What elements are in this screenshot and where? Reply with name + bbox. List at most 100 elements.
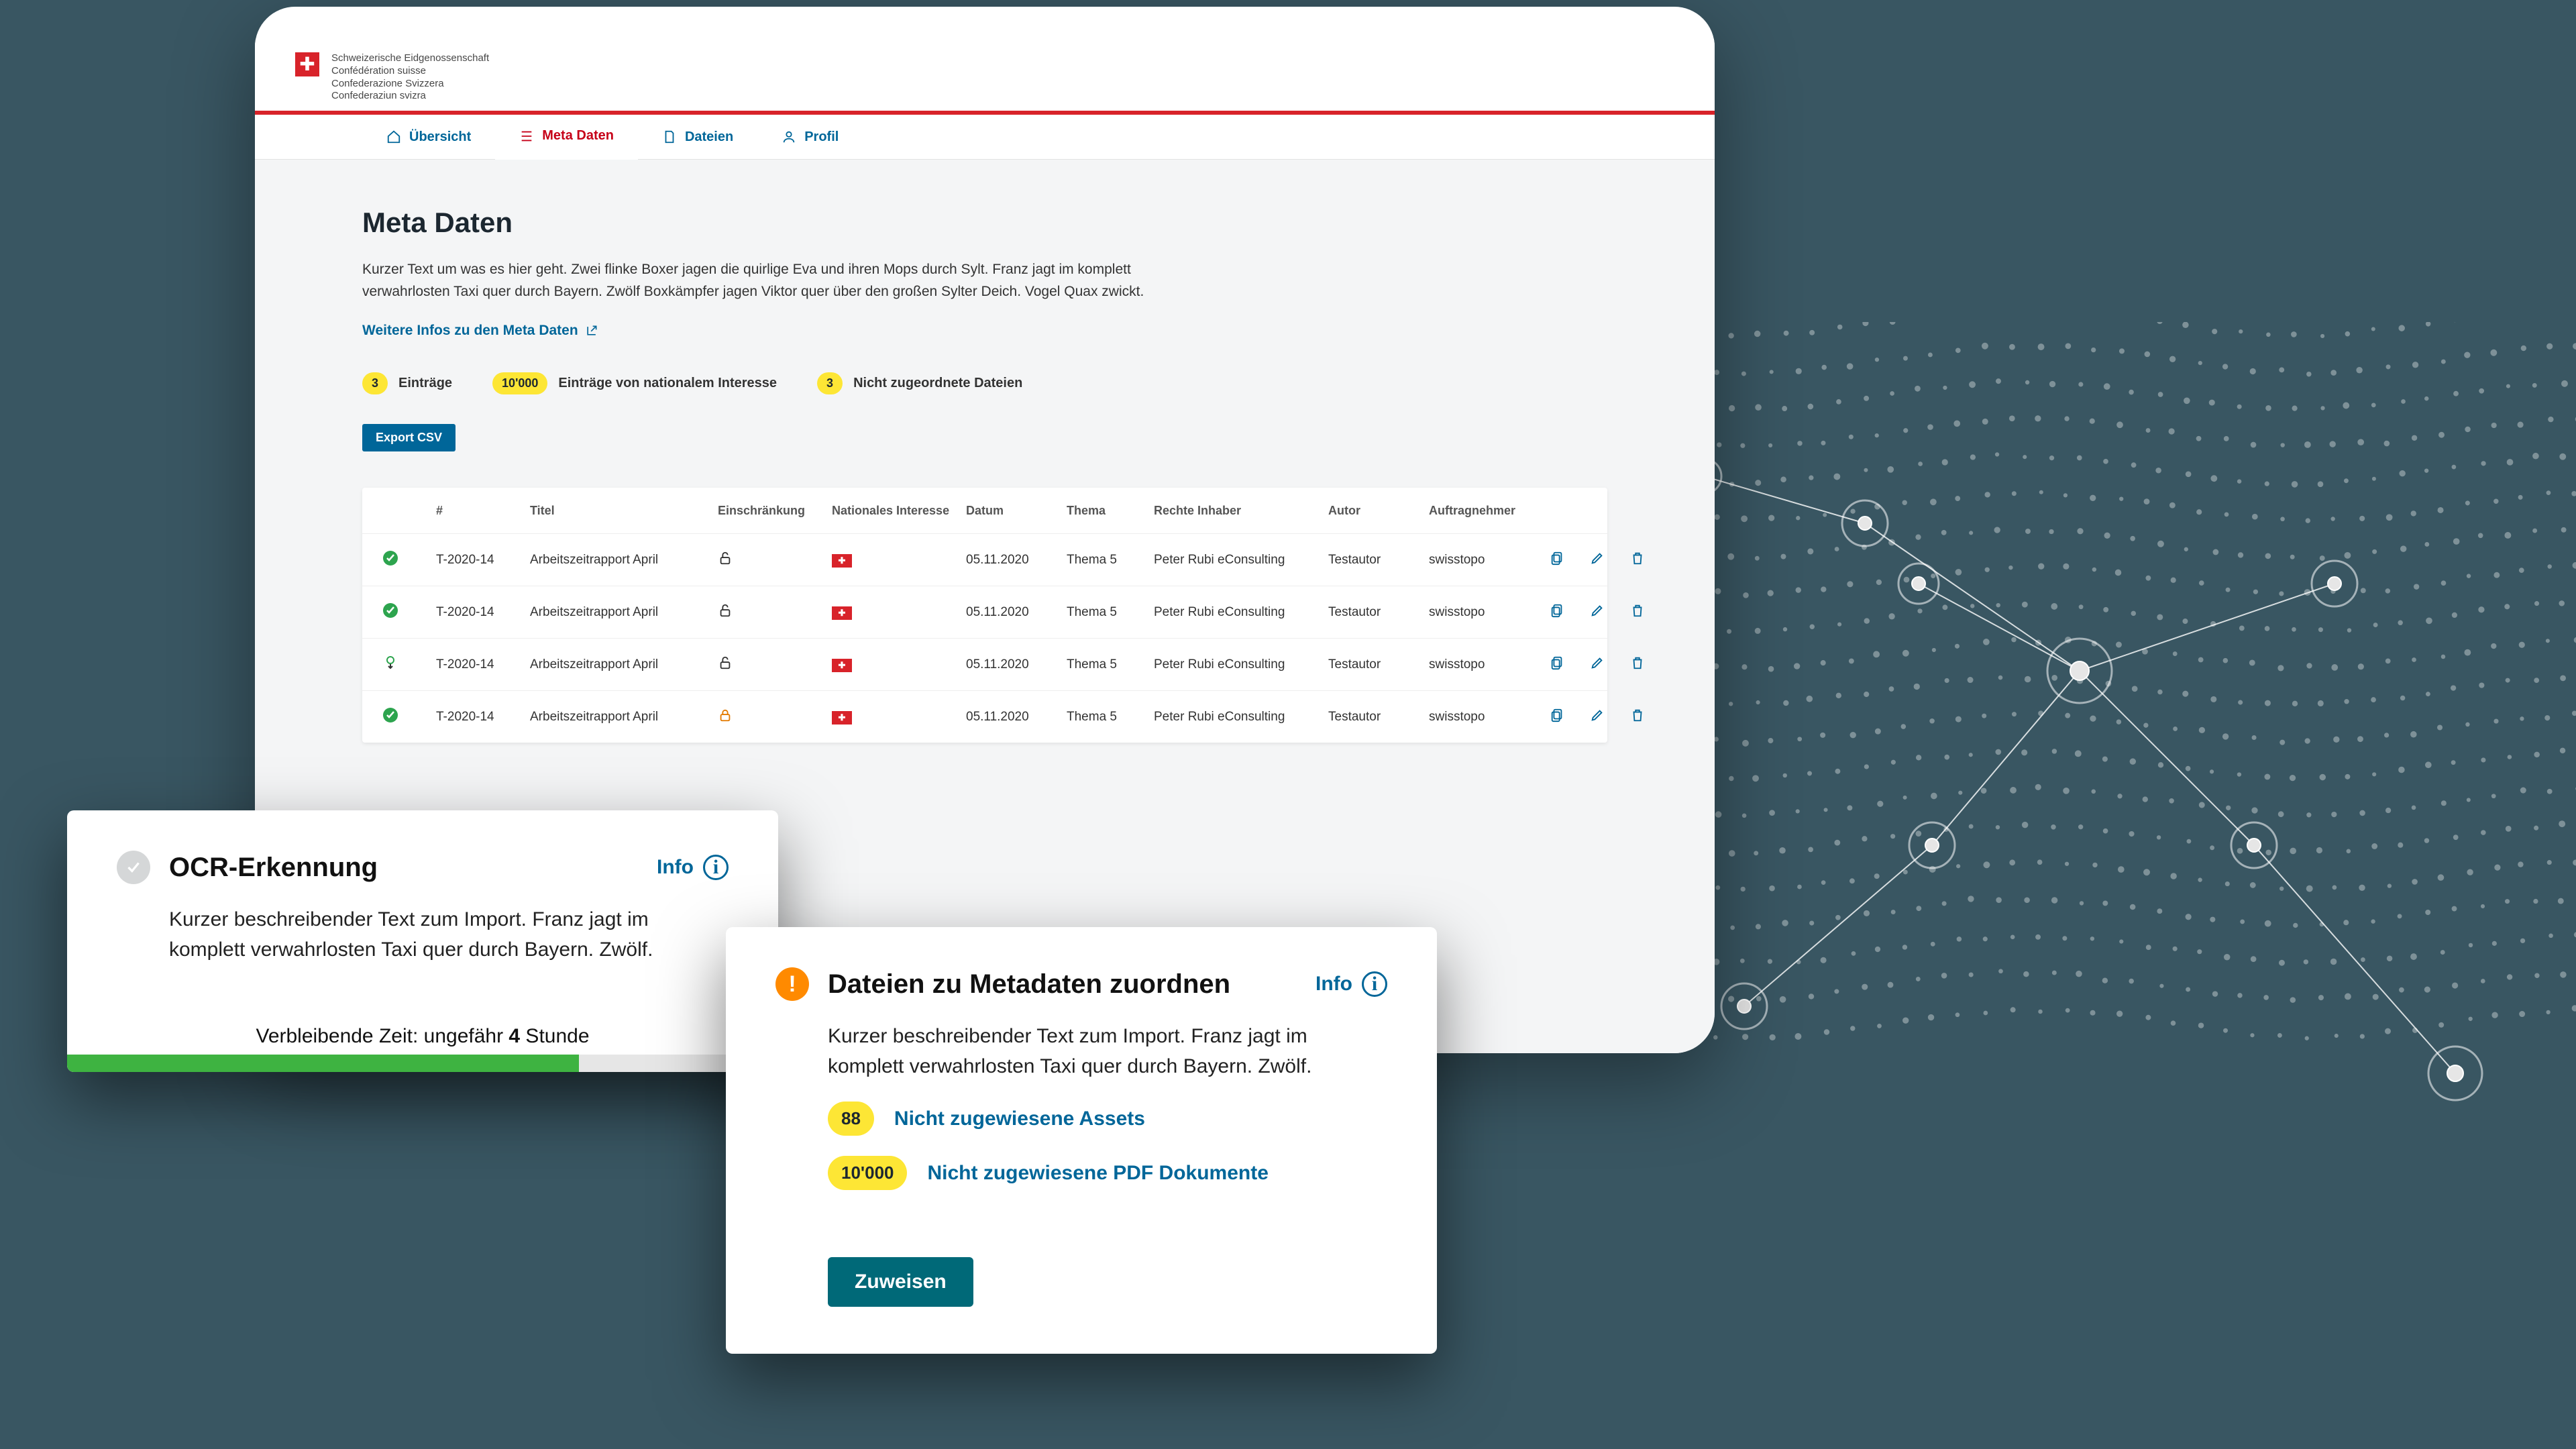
swiss-flag-icon: ✚ (832, 606, 852, 620)
assign-title: Dateien zu Metadaten zuordnen (828, 969, 1297, 1000)
copy-icon[interactable] (1550, 603, 1564, 618)
cell-rights: Peter Rubi eConsulting (1154, 605, 1328, 620)
home-icon (386, 129, 401, 144)
assign-info-link[interactable]: Info i (1316, 971, 1387, 997)
status-ok-icon (382, 550, 398, 566)
delete-icon[interactable] (1630, 708, 1645, 722)
table-row[interactable]: T-2020-14Arbeitszeitrapport April ✚05.11.… (362, 690, 1607, 743)
info-icon: i (1362, 971, 1387, 997)
cell-national: ✚ (832, 553, 966, 568)
cell-date: 05.11.2020 (966, 553, 1067, 568)
ocr-title: OCR-Erkennung (169, 853, 638, 883)
cell-title: Arbeitszeitrapport April (530, 605, 718, 620)
user-icon (782, 129, 796, 144)
cell-rights: Peter Rubi eConsulting (1154, 553, 1328, 568)
edit-icon[interactable] (1590, 603, 1605, 618)
cell-title: Arbeitszeitrapport April (530, 710, 718, 724)
cell-national: ✚ (832, 605, 966, 620)
more-info-link[interactable]: Weitere Infos zu den Meta Daten (362, 323, 598, 339)
assets-count: 88 (828, 1102, 874, 1136)
stat-unassigned: 3 Nicht zugeordnete Dateien (817, 372, 1022, 394)
cell-restriction (718, 551, 832, 570)
app-header: ✚ Schweizerische Eidgenossenschaft Confé… (255, 39, 1715, 111)
warning-icon: ! (775, 967, 809, 1001)
stats-row: 3 Einträge 10'000 Einträge von nationale… (362, 372, 1607, 394)
copy-icon[interactable] (1550, 708, 1564, 722)
ocr-progress-bar (67, 1055, 778, 1072)
nav-files[interactable]: Dateien (638, 115, 757, 159)
col-rights: Rechte Inhaber (1154, 504, 1328, 518)
nav-overview[interactable]: Übersicht (362, 115, 495, 159)
edit-icon[interactable] (1590, 708, 1605, 722)
cell-date: 05.11.2020 (966, 710, 1067, 724)
meta-table: # Titel Einschränkung Nationales Interes… (362, 488, 1607, 743)
swiss-shield-icon: ✚ (295, 52, 319, 76)
col-restriction: Einschränkung (718, 504, 832, 518)
assets-label: Nicht zugewiesene Assets (894, 1108, 1145, 1130)
table-row[interactable]: T-2020-14Arbeitszeitrapport April ✚ 05.11.… (362, 586, 1607, 638)
lock-open-icon (718, 603, 733, 618)
unassigned-assets[interactable]: 88 Nicht zugewiesene Assets (828, 1102, 1387, 1136)
main-nav: Übersicht Meta Daten Dateien Profil (255, 115, 1715, 160)
cell-rights: Peter Rubi eConsulting (1154, 710, 1328, 724)
export-csv-button[interactable]: Export CSV (362, 424, 455, 451)
ocr-info-label: Info (657, 856, 694, 879)
cell-topic: Thema 5 (1067, 605, 1154, 620)
decorative-network (1597, 322, 2576, 1261)
cell-national: ✚ (832, 657, 966, 672)
cell-author: Testautor (1328, 605, 1429, 620)
nav-files-label: Dateien (685, 129, 733, 145)
cell-id: T-2020-14 (436, 710, 530, 724)
stat-national: 10'000 Einträge von nationalem Interesse (492, 372, 777, 394)
assign-button[interactable]: Zuweisen (828, 1257, 973, 1307)
stat-entries: 3 Einträge (362, 372, 452, 394)
swiss-flag-icon: ✚ (832, 659, 852, 672)
cell-id: T-2020-14 (436, 605, 530, 620)
cell-rights: Peter Rubi eConsulting (1154, 657, 1328, 672)
nav-profile-label: Profil (804, 129, 839, 145)
cell-contractor: swisstopo (1429, 710, 1550, 724)
nav-overview-label: Übersicht (409, 129, 471, 145)
cell-restriction (718, 603, 832, 622)
external-link-icon (585, 324, 598, 337)
copy-icon[interactable] (1550, 655, 1564, 670)
edit-icon[interactable] (1590, 551, 1605, 566)
col-date: Datum (966, 504, 1067, 518)
page-description: Kurzer Text um was es hier geht. Zwei fl… (362, 259, 1221, 303)
assign-info-label: Info (1316, 973, 1352, 996)
assign-description: Kurzer beschreibender Text zum Import. F… (828, 1021, 1387, 1081)
unassigned-pdf[interactable]: 10'000 Nicht zugewiesene PDF Dokumente (828, 1156, 1387, 1190)
cell-date: 05.11.2020 (966, 605, 1067, 620)
copy-icon[interactable] (1550, 551, 1564, 566)
stat-unassigned-count: 3 (817, 372, 843, 394)
nav-metadata[interactable]: Meta Daten (495, 115, 638, 160)
nav-profile[interactable]: Profil (757, 115, 863, 159)
ocr-info-link[interactable]: Info i (657, 855, 729, 880)
table-row[interactable]: T-2020-14Arbeitszeitrapport April✚05.11.… (362, 533, 1607, 586)
stat-entries-count: 3 (362, 372, 388, 394)
lock-open-icon (718, 655, 733, 670)
cell-id: T-2020-14 (436, 657, 530, 672)
confederation-text: Schweizerische Eidgenossenschaft Confédé… (331, 52, 489, 103)
col-topic: Thema (1067, 504, 1154, 518)
col-num: # (436, 504, 530, 518)
cell-author: Testautor (1328, 553, 1429, 568)
cell-title: Arbeitszeitrapport April (530, 553, 718, 568)
lock-closed-icon (718, 708, 733, 722)
col-author: Autor (1328, 504, 1429, 518)
assign-card: ! Dateien zu Metadaten zuordnen Info i K… (726, 927, 1437, 1354)
edit-icon[interactable] (1590, 655, 1605, 670)
cell-contractor: swisstopo (1429, 553, 1550, 568)
page-title: Meta Daten (362, 207, 1607, 239)
delete-icon[interactable] (1630, 655, 1645, 670)
cell-national: ✚ (832, 710, 966, 724)
delete-icon[interactable] (1630, 551, 1645, 566)
file-icon (662, 129, 677, 144)
cell-contractor: swisstopo (1429, 605, 1550, 620)
status-ok-icon (382, 602, 398, 619)
cell-topic: Thema 5 (1067, 553, 1154, 568)
status-import-icon (382, 655, 398, 671)
ocr-remaining-time: Verbleibende Zeit: ungefähr 4 Stunde (67, 1025, 778, 1048)
delete-icon[interactable] (1630, 603, 1645, 618)
table-row[interactable]: T-2020-14Arbeitszeitrapport April✚05.11.… (362, 638, 1607, 690)
